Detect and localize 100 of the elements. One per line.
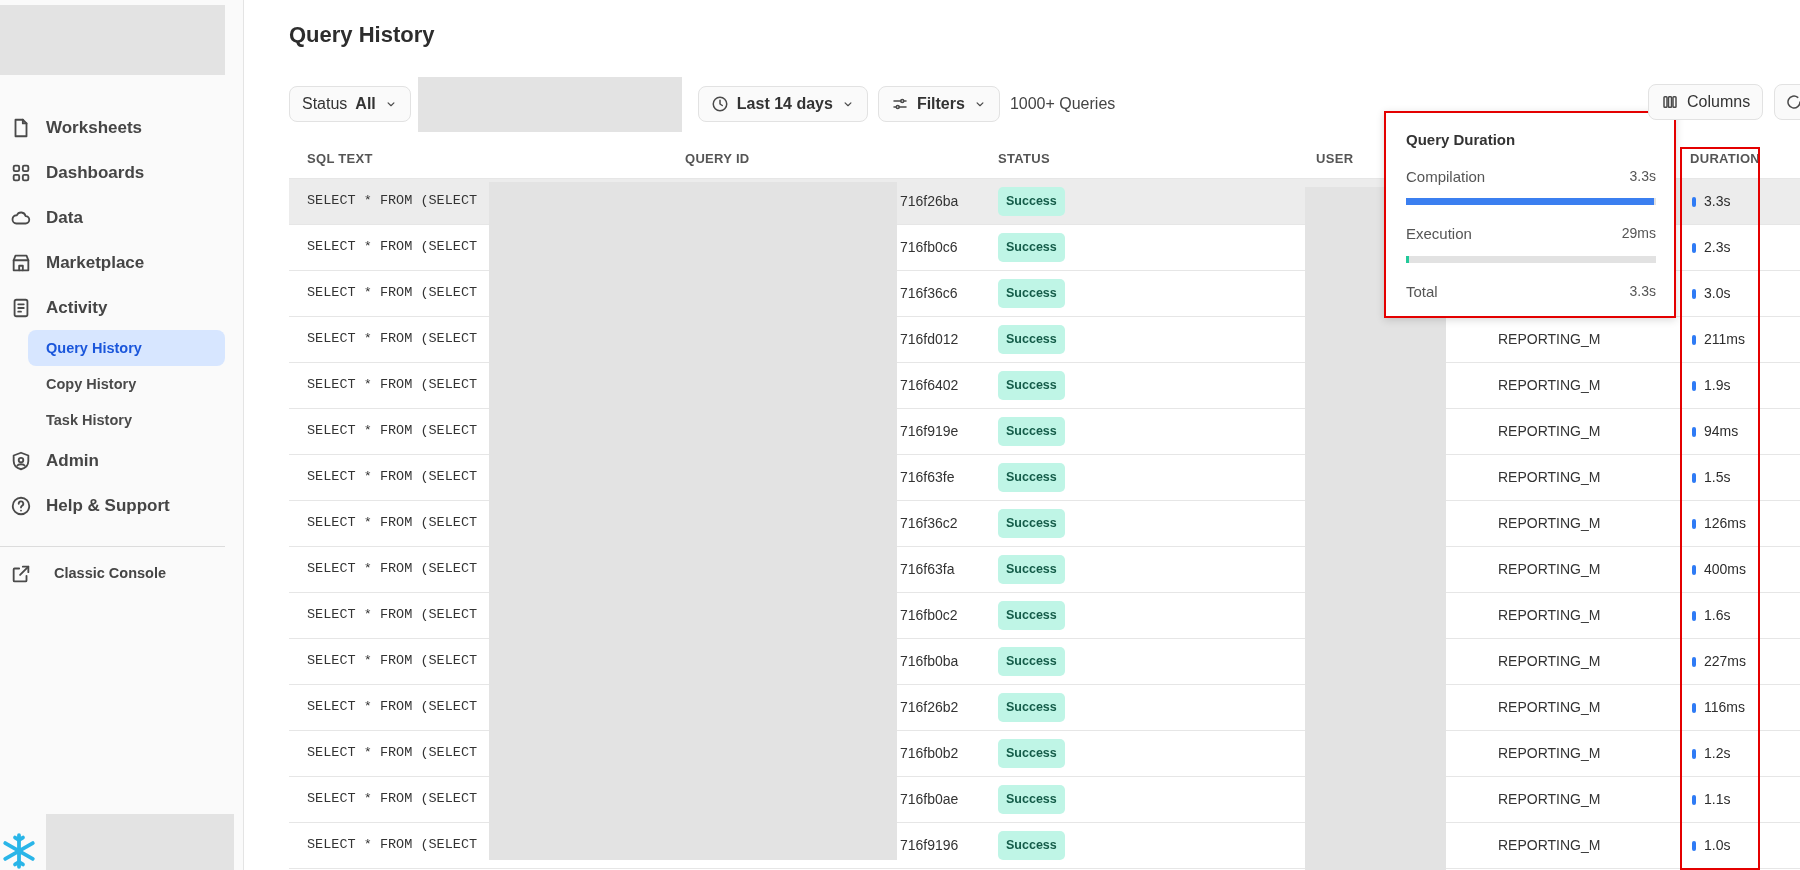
duration-bar-icon bbox=[1692, 380, 1696, 391]
table-cell-text: REPORTING_M bbox=[1497, 606, 1602, 625]
duration-bar-icon bbox=[1692, 288, 1696, 299]
status-badge: Success bbox=[998, 371, 1065, 400]
sidebar-subitem[interactable]: Copy History bbox=[28, 366, 225, 402]
external-link-icon bbox=[10, 563, 32, 585]
table-cell-text: SELECT * FROM (SELECT bbox=[306, 652, 479, 671]
table-cell-text: 400ms bbox=[1704, 560, 1747, 579]
column-header[interactable]: QUERY ID bbox=[667, 148, 980, 169]
duration-bar-icon bbox=[1692, 426, 1696, 437]
snowflake-icon bbox=[0, 832, 38, 870]
table-cell-text: REPORTING_M bbox=[1497, 514, 1602, 533]
table-cell-text: 716fb0c2 bbox=[899, 606, 959, 625]
sidebar-subitem[interactable]: Query History bbox=[28, 330, 225, 366]
table-cell-text: REPORTING_M bbox=[1497, 698, 1602, 717]
table-cell-text: SELECT * FROM (SELECT bbox=[306, 560, 479, 579]
table-cell-text: 1.1s bbox=[1704, 790, 1731, 809]
columns-icon bbox=[1661, 93, 1679, 111]
table-cell-text: SELECT * FROM (SELECT bbox=[306, 376, 479, 395]
sidebar-item[interactable]: Activity bbox=[0, 285, 225, 330]
sidebar-item[interactable]: Marketplace bbox=[0, 240, 225, 285]
duration-bar-icon bbox=[1692, 472, 1696, 483]
status-badge: Success bbox=[998, 417, 1065, 446]
table-cell-text: 716f9196 bbox=[899, 836, 960, 855]
status-badge: Success bbox=[998, 325, 1065, 354]
sidebar-item[interactable]: Dashboards bbox=[0, 150, 225, 195]
status-badge: Success bbox=[998, 279, 1065, 308]
duration-bar-icon bbox=[1692, 610, 1696, 621]
column-header[interactable]: DURATION bbox=[1676, 148, 1800, 169]
tooltip-title: Query Duration bbox=[1406, 130, 1517, 150]
table-cell-text: REPORTING_M bbox=[1497, 376, 1602, 395]
table-cell-text: 94ms bbox=[1704, 422, 1739, 441]
table-cell-text: SELECT * FROM (SELECT bbox=[306, 790, 479, 809]
sidebar-subitem[interactable]: Task History bbox=[28, 402, 225, 438]
table-cell-text: SELECT * FROM (SELECT bbox=[306, 238, 479, 257]
tooltip-label: Execution bbox=[1406, 224, 1472, 244]
clock-icon bbox=[710, 95, 729, 113]
table-cell-text: SELECT * FROM (SELECT bbox=[306, 836, 479, 855]
table-cell-text: 716f26b2 bbox=[899, 698, 960, 717]
table-cell-text: 1.5s bbox=[1704, 468, 1731, 487]
status-badge: Success bbox=[998, 831, 1065, 860]
duration-bar-icon bbox=[1692, 840, 1696, 851]
duration-bar-icon bbox=[1692, 656, 1696, 667]
table-cell-text: REPORTING_M bbox=[1497, 836, 1602, 855]
status-badge: Success bbox=[998, 187, 1065, 216]
tooltip-label: Total bbox=[1406, 281, 1438, 302]
table-cell-text: SELECT * FROM (SELECT bbox=[306, 468, 479, 487]
table-cell-text: 1.6s bbox=[1704, 606, 1731, 625]
table-cell-text: REPORTING_M bbox=[1497, 744, 1602, 763]
status-filter-dropdown[interactable]: Status All bbox=[289, 86, 411, 122]
table-cell-text: 2.3s bbox=[1704, 238, 1731, 257]
help-icon bbox=[10, 494, 32, 517]
table-cell-text: SELECT * FROM (SELECT bbox=[306, 744, 479, 763]
status-badge: Success bbox=[998, 233, 1065, 262]
table-cell-text: 716fb0ae bbox=[899, 790, 960, 809]
page-title: Query History bbox=[289, 22, 436, 49]
table-cell-text: SELECT * FROM (SELECT bbox=[306, 606, 479, 625]
table-cell-text: SELECT * FROM (SELECT bbox=[306, 698, 479, 717]
status-badge: Success bbox=[998, 693, 1065, 722]
status-badge: Success bbox=[998, 739, 1065, 768]
tooltip-value: 29ms bbox=[1621, 224, 1656, 243]
duration-bar-icon bbox=[1692, 748, 1696, 759]
status-badge: Success bbox=[998, 785, 1065, 814]
sidebar-item[interactable]: Worksheets bbox=[0, 105, 225, 150]
sidebar-item[interactable]: Help & Support bbox=[0, 483, 225, 528]
column-header[interactable]: STATUS bbox=[980, 148, 1298, 169]
table-cell-text: 126ms bbox=[1704, 514, 1747, 533]
duration-bar-icon bbox=[1692, 518, 1696, 529]
table-cell-text: 1.2s bbox=[1704, 744, 1731, 763]
table-cell-text: SELECT * FROM (SELECT bbox=[306, 192, 479, 211]
table-cell-text: SELECT * FROM (SELECT bbox=[306, 422, 479, 441]
filters-dropdown[interactable]: Filters bbox=[877, 86, 1000, 122]
duration-bar-icon bbox=[1692, 794, 1696, 805]
classic-console-link[interactable]: Classic Console bbox=[0, 563, 243, 585]
table-cell-text: 716f63fe bbox=[899, 468, 956, 487]
table-cell-text: SELECT * FROM (SELECT bbox=[306, 284, 479, 303]
table-cell-text: 716f63fa bbox=[899, 560, 956, 579]
refresh-icon bbox=[1785, 93, 1800, 111]
columns-button[interactable]: Columns bbox=[1648, 84, 1764, 120]
table-cell-text: 1.0s bbox=[1704, 836, 1731, 855]
table-cell-text: 716fb0c6 bbox=[899, 238, 959, 257]
table-cell-text: 716f36c6 bbox=[899, 284, 959, 303]
table-cell-text: SELECT * FROM (SELECT bbox=[306, 514, 479, 533]
table-cell-text: SELECT * FROM (SELECT bbox=[306, 330, 479, 349]
table-cell-text: 716f36c2 bbox=[899, 514, 959, 533]
duration-bar-icon bbox=[1692, 242, 1696, 253]
table-cell-text: REPORTING_M bbox=[1497, 560, 1602, 579]
status-badge: Success bbox=[998, 647, 1065, 676]
column-header[interactable]: SQL TEXT bbox=[289, 148, 667, 169]
query-count: 1000+ Queries bbox=[1009, 94, 1116, 114]
sidebar-item[interactable]: Data bbox=[0, 195, 225, 240]
duration-bar-icon bbox=[1692, 702, 1696, 713]
table-cell-text: 716f6402 bbox=[899, 376, 960, 395]
sidebar-item[interactable]: Admin bbox=[0, 438, 225, 483]
date-range-dropdown[interactable]: Last 14 days bbox=[697, 86, 868, 122]
table-cell-text: 716fb0ba bbox=[899, 652, 960, 671]
duration-bar-icon bbox=[1692, 196, 1696, 207]
shield-icon bbox=[10, 449, 32, 472]
tooltip-value: 3.3s bbox=[1629, 281, 1656, 301]
table-cell-text: REPORTING_M bbox=[1497, 468, 1602, 487]
